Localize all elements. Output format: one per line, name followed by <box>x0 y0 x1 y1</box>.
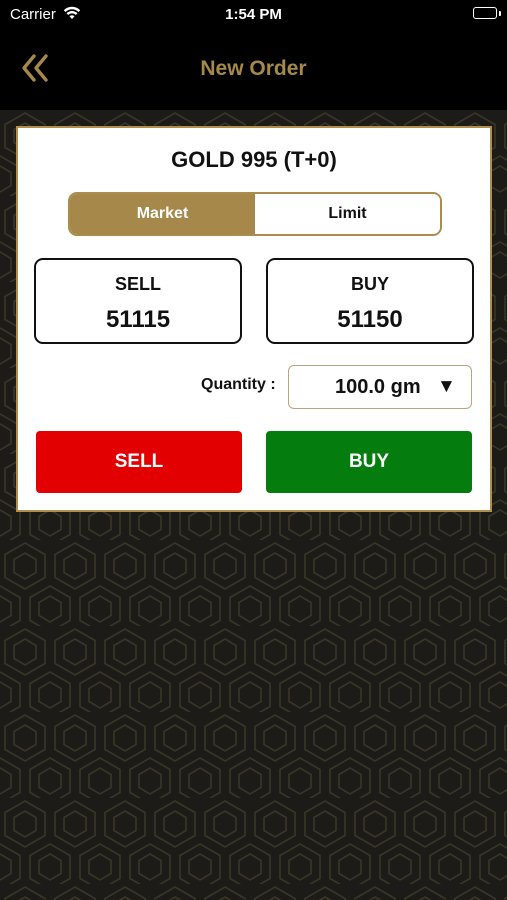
sell-price-box: SELL 51115 <box>34 258 242 344</box>
battery-icon <box>473 7 497 19</box>
order-type-limit[interactable]: Limit <box>255 194 440 234</box>
quantity-label: Quantity : <box>201 376 276 393</box>
quantity-dropdown[interactable]: 100.0 gm ▼ <box>288 365 472 409</box>
page-title: New Order <box>200 57 307 80</box>
navigation-bar: New Order <box>0 30 507 110</box>
buy-price-box: BUY 51150 <box>266 258 474 344</box>
battery-cap <box>499 11 501 16</box>
order-type-market[interactable]: Market <box>70 194 255 234</box>
instrument-title: GOLD 995 (T+0) <box>171 147 337 172</box>
quantity-value: 100.0 gm <box>335 376 421 398</box>
caret-down-icon: ▼ <box>437 376 456 397</box>
buy-price-value: 51150 <box>337 306 403 333</box>
buy-price-label: BUY <box>350 274 389 294</box>
buy-button[interactable]: BUY <box>266 431 472 493</box>
order-type-segmented-control: Market Limit <box>68 192 442 236</box>
sell-price-value: 51115 <box>105 306 171 333</box>
sell-button[interactable]: SELL <box>36 431 242 493</box>
sell-price-label: SELL <box>114 274 161 294</box>
order-card: GOLD 995 (T+0) Market Limit SELL 51115 B… <box>16 126 492 512</box>
clock: 1:54 PM <box>225 6 282 23</box>
status-bar: Carrier 1:54 PM <box>0 0 507 30</box>
